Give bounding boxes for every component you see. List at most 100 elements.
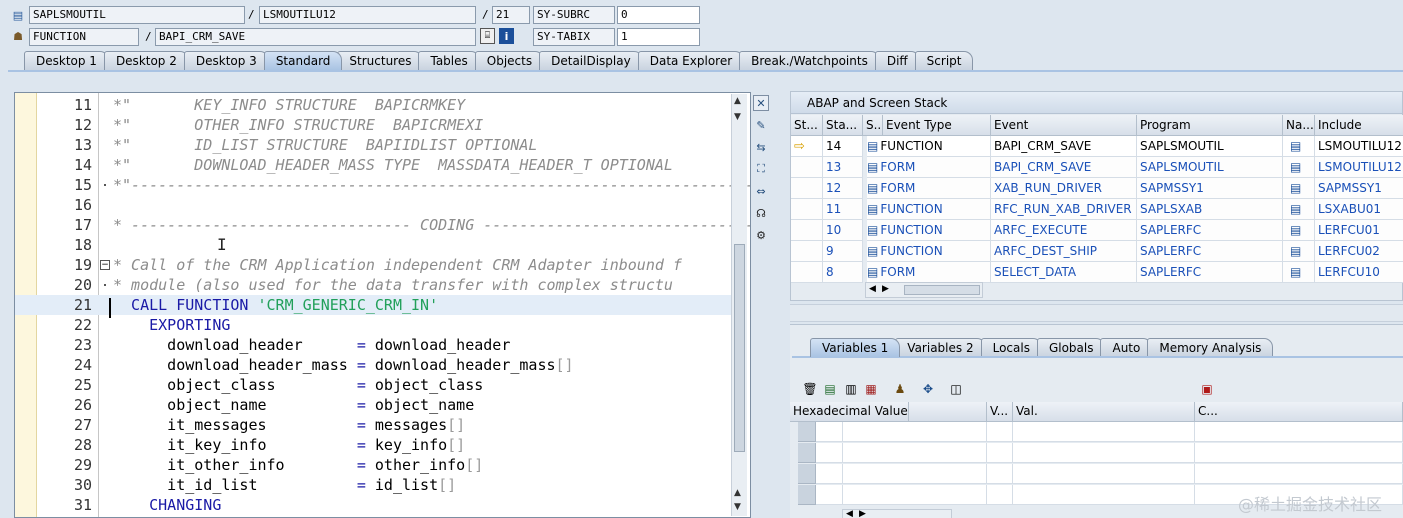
swap-tool-icon[interactable]: ⇆ bbox=[753, 139, 769, 155]
tab-auto[interactable]: Auto bbox=[1100, 338, 1153, 357]
scroll-thumb[interactable] bbox=[734, 244, 745, 452]
move-icon[interactable]: ✥ bbox=[920, 381, 936, 397]
stack-col-header[interactable]: Sta... bbox=[823, 115, 863, 136]
navigate-icon[interactable]: ▤ bbox=[1290, 181, 1301, 195]
stack-event-cell[interactable]: XAB_RUN_DRIVER bbox=[991, 178, 1137, 199]
stack-include-cell[interactable]: LERFCU02 bbox=[1315, 241, 1403, 262]
program-field[interactable]: SAPLSMOUTIL bbox=[29, 6, 245, 24]
navigate-icon[interactable]: ▤ bbox=[1290, 139, 1301, 153]
tab-desktop-3[interactable]: Desktop 3 bbox=[183, 51, 269, 70]
stack-level-cell[interactable]: 12 bbox=[823, 178, 863, 199]
tab-globals[interactable]: Globals bbox=[1036, 338, 1106, 357]
tab-detaildisplay[interactable]: DetailDisplay bbox=[539, 51, 643, 70]
scroll-down-arrow[interactable]: ▼ bbox=[734, 112, 741, 122]
var-cell[interactable] bbox=[1013, 485, 1195, 505]
stack-horizontal-scrollbar[interactable]: ◀ ▶ bbox=[865, 282, 983, 298]
stack-col-header[interactable]: Program bbox=[1137, 115, 1283, 136]
stack-nav-cell[interactable]: ▤ bbox=[1283, 262, 1315, 283]
sy-subrc-value[interactable]: 0 bbox=[617, 6, 700, 24]
stack-include-cell[interactable]: SAPMSSY1 bbox=[1315, 178, 1403, 199]
panel-splitter[interactable] bbox=[790, 304, 1403, 322]
stack-nav-cell[interactable]: ▤ bbox=[1283, 220, 1315, 241]
stack-event-cell[interactable]: SELECT_DATA bbox=[991, 262, 1137, 283]
sy-tabix-value[interactable]: 1 bbox=[617, 28, 700, 46]
stack-col-header[interactable]: Include bbox=[1315, 115, 1403, 136]
stack-event-type-cell[interactable]: ▤ FUNCTION bbox=[867, 220, 991, 241]
navigate-icon[interactable]: ▤ bbox=[1290, 223, 1301, 237]
stack-event-type-cell[interactable]: ▤ FUNCTION bbox=[867, 136, 991, 157]
stack-include-cell[interactable]: LSMOUTILU12 bbox=[1315, 157, 1403, 178]
var-cell[interactable] bbox=[1195, 443, 1403, 463]
event-type-field[interactable]: FUNCTION bbox=[29, 28, 139, 46]
group-icon[interactable]: ♟ bbox=[892, 381, 908, 397]
services-tool-icon[interactable]: ⚙ bbox=[753, 227, 769, 243]
scroll-up-arrow[interactable]: ▲ bbox=[734, 488, 741, 498]
var-cell[interactable] bbox=[816, 485, 843, 505]
event-name-field[interactable]: BAPI_CRM_SAVE bbox=[155, 28, 476, 46]
tab-variables-1[interactable]: Variables 1 bbox=[810, 338, 901, 357]
stack-level-cell[interactable]: 9 bbox=[823, 241, 863, 262]
info-icon[interactable]: i bbox=[499, 28, 514, 44]
var-cell[interactable] bbox=[1013, 422, 1195, 442]
stack-col-header[interactable]: S... bbox=[863, 115, 883, 136]
var-col-header[interactable]: Val. bbox=[1013, 402, 1195, 422]
scroll-up-arrow[interactable]: ▲ bbox=[734, 96, 741, 106]
new-tool-icon[interactable]: ✎ bbox=[753, 117, 769, 133]
scroll-left-arrow[interactable]: ◀ bbox=[846, 509, 853, 518]
display-object-icon[interactable]: ⌸ bbox=[480, 28, 495, 44]
stack-event-type-cell[interactable]: ▤ FORM bbox=[867, 178, 991, 199]
stack-program-cell[interactable]: SAPLERFC bbox=[1137, 220, 1283, 241]
tab-data-explorer[interactable]: Data Explorer bbox=[637, 51, 745, 70]
stack-program-cell[interactable]: SAPMSSY1 bbox=[1137, 178, 1283, 199]
var-cell[interactable] bbox=[816, 464, 843, 484]
stack-level-cell[interactable]: 13 bbox=[823, 157, 863, 178]
stack-nav-cell[interactable]: ▤ bbox=[1283, 241, 1315, 262]
maximize-tool-icon[interactable]: ⛶ bbox=[753, 161, 769, 177]
scroll-thumb[interactable] bbox=[904, 285, 980, 295]
stack-level-cell[interactable]: 8 bbox=[823, 262, 863, 283]
tab-structures[interactable]: Structures bbox=[337, 51, 424, 70]
open-icon[interactable]: ◫ bbox=[948, 381, 964, 397]
scroll-right-arrow[interactable]: ▶ bbox=[859, 509, 866, 518]
var-cell[interactable] bbox=[843, 464, 987, 484]
stack-col-header[interactable]: Na... bbox=[1283, 115, 1315, 136]
tab-variables-2[interactable]: Variables 2 bbox=[895, 338, 986, 357]
tab-tables[interactable]: Tables bbox=[418, 51, 480, 70]
stack-level-cell[interactable]: 14 bbox=[823, 136, 863, 157]
export-icon[interactable]: ▦ bbox=[863, 381, 879, 397]
stack-program-cell[interactable]: SAPLERFC bbox=[1137, 241, 1283, 262]
var-cell[interactable] bbox=[843, 422, 987, 442]
stack-include-cell[interactable]: LERFCU01 bbox=[1315, 220, 1403, 241]
stack-event-cell[interactable]: BAPI_CRM_SAVE bbox=[991, 136, 1137, 157]
scroll-down-arrow[interactable]: ▼ bbox=[734, 502, 741, 512]
stack-col-header[interactable]: St... bbox=[791, 115, 823, 136]
tab-script[interactable]: Script bbox=[914, 51, 974, 70]
stack-include-cell[interactable]: LERFCU10 bbox=[1315, 262, 1403, 283]
var-cell[interactable] bbox=[987, 422, 1013, 442]
stack-event-cell[interactable]: ARFC_DEST_SHIP bbox=[991, 241, 1137, 262]
save-icon[interactable]: ▣ bbox=[1199, 381, 1215, 397]
tab-desktop-2[interactable]: Desktop 2 bbox=[103, 51, 189, 70]
var-cell[interactable] bbox=[1195, 464, 1403, 484]
stack-event-cell[interactable]: BAPI_CRM_SAVE bbox=[991, 157, 1137, 178]
stack-event-type-cell[interactable]: ▤ FORM bbox=[867, 157, 991, 178]
resize-tool-icon[interactable]: ⇔ bbox=[753, 183, 769, 199]
var-cell[interactable] bbox=[843, 443, 987, 463]
navigate-icon[interactable]: ▤ bbox=[1290, 244, 1301, 258]
stack-nav-cell[interactable]: ▤ bbox=[1283, 157, 1315, 178]
var-cell[interactable] bbox=[987, 464, 1013, 484]
var-cell[interactable] bbox=[816, 443, 843, 463]
stack-event-type-cell[interactable]: ▤ FUNCTION bbox=[867, 241, 991, 262]
delete-icon[interactable]: 🗑 bbox=[802, 381, 818, 397]
tab-break-watchpoints[interactable]: Break./Watchpoints bbox=[739, 51, 880, 70]
line-field[interactable]: 21 bbox=[492, 6, 530, 24]
scroll-left-arrow[interactable]: ◀ bbox=[869, 284, 876, 294]
var-cell[interactable] bbox=[1195, 422, 1403, 442]
var-cell[interactable] bbox=[1013, 464, 1195, 484]
navigate-icon[interactable]: ▤ bbox=[1290, 202, 1301, 216]
var-row-selector[interactable] bbox=[798, 443, 816, 463]
include-field[interactable]: LSMOUTILU12 bbox=[259, 6, 476, 24]
list-icon[interactable]: ▥ bbox=[843, 381, 859, 397]
tab-objects[interactable]: Objects bbox=[474, 51, 545, 70]
source-editor[interactable]: ⇨ − 11*" KEY_INFO STRUCTURE BAPICRMKEY12… bbox=[14, 92, 751, 518]
